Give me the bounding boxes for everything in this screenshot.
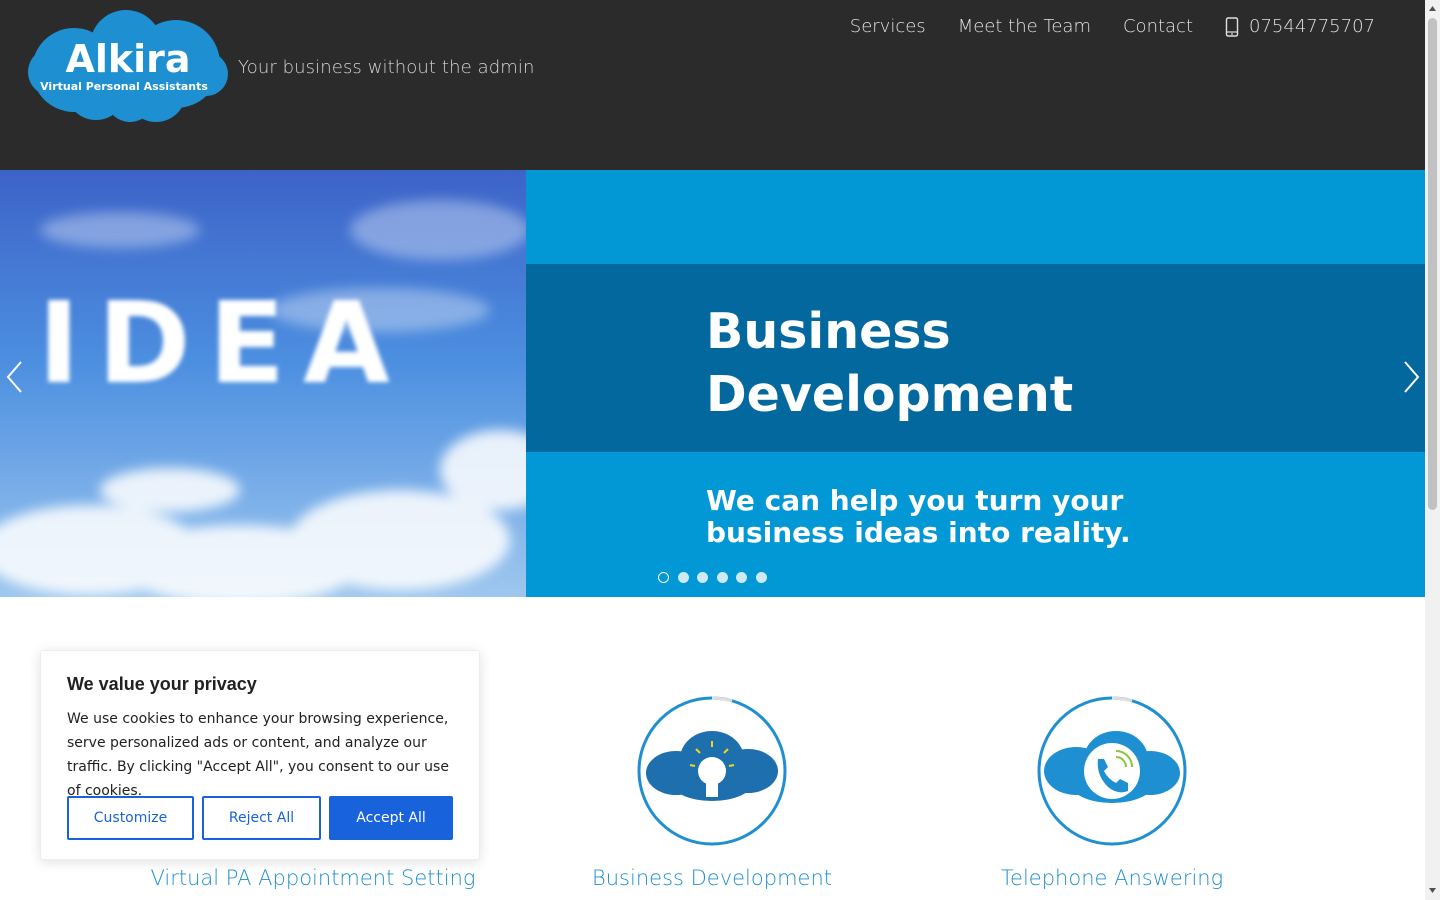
slider-dot-1[interactable] [658,572,669,583]
cookie-title: We value your privacy [67,674,257,694]
mobile-phone-icon [1225,16,1239,37]
slider-prev-arrow-icon[interactable] [5,360,25,394]
svg-text:Virtual Personal Assistants: Virtual Personal Assistants [40,80,208,93]
nav-phone[interactable]: 07544775707 [1225,16,1375,37]
sky-idea-image: IDEA [0,170,526,597]
slider-dot-4[interactable] [716,572,728,583]
hero-subtitle: We can help you turn your business ideas… [706,484,1131,549]
scrollbar-thumb[interactable] [1428,18,1437,510]
accept-all-button[interactable]: Accept All [329,796,453,840]
svg-text:Alkira: Alkira [65,37,190,81]
phone-cloud-icon[interactable] [1036,695,1188,847]
page-scrollbar[interactable] [1425,0,1440,900]
service-telephone-answering-link[interactable]: Telephone Answering [1001,866,1223,890]
phone-number: 07544775707 [1249,16,1375,37]
service-business-development-link[interactable]: Business Development [592,866,832,890]
scroll-down-icon[interactable] [1428,886,1437,895]
customize-button[interactable]: Customize [67,796,194,840]
reject-all-button[interactable]: Reject All [202,796,321,840]
site-tagline: Your business without the admin [238,57,535,78]
site-header: Alkira Virtual Personal Assistants Your … [0,0,1425,170]
cookie-consent-dialog: We value your privacy We use cookies to … [40,650,480,860]
slider-dots [658,572,775,583]
slider-next-arrow-icon[interactable] [1401,360,1421,394]
hero-slider: IDEA Business Development We can help yo… [0,170,1425,597]
alkira-logo[interactable]: Alkira Virtual Personal Assistants [26,8,230,124]
hero-title: Business Development [706,303,1074,423]
cookie-text: We use cookies to enhance your browsing … [67,711,449,799]
slider-dot-2[interactable] [677,572,689,583]
scroll-up-icon[interactable] [1428,4,1437,13]
lightbulb-cloud-icon[interactable] [636,695,788,847]
slider-dot-3[interactable] [697,572,708,583]
main-nav: Services Meet the Team Contact 075447757… [818,16,1375,37]
nav-contact[interactable]: Contact [1123,16,1193,37]
service-virtual-pa-link[interactable]: Virtual PA Appointment Setting [151,866,476,890]
nav-meet-the-team[interactable]: Meet the Team [958,16,1091,37]
slider-dot-6[interactable] [755,572,767,583]
svg-text:IDEA: IDEA [38,279,408,409]
nav-services[interactable]: Services [850,16,926,37]
slider-dot-5[interactable] [736,572,747,583]
